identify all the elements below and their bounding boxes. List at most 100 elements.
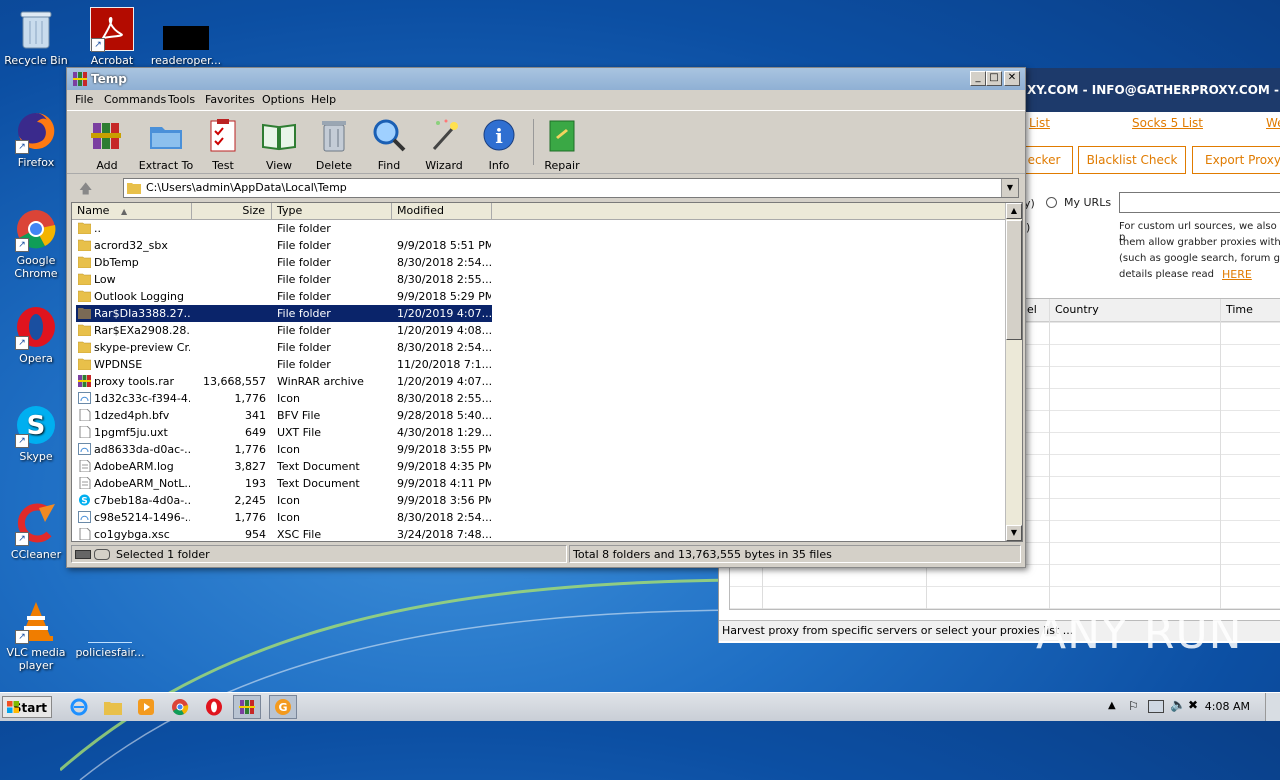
menu-favorites[interactable]: Favorites	[205, 93, 255, 106]
folder-icon	[77, 239, 92, 252]
file-modified: 8/30/2018 2:54...	[397, 511, 491, 524]
desktop-icon-opera[interactable]: ↗ Opera	[0, 304, 76, 365]
menu-tools[interactable]: Tools	[168, 93, 195, 106]
desktop-icon-acrobat[interactable]: ↗ Acrobat	[72, 6, 152, 67]
network-icon[interactable]	[1148, 700, 1164, 713]
desktop-icon-label: readeroper...	[150, 54, 222, 67]
shortcut-arrow-icon: ↗	[15, 140, 29, 154]
info-button[interactable]: i Info	[471, 113, 527, 172]
find-button[interactable]: Find	[361, 113, 417, 172]
file-list[interactable]: Name ▲ Size Type Modified .. File folder a…	[71, 202, 1023, 542]
url-input[interactable]	[1119, 192, 1280, 213]
test-button[interactable]: Test	[195, 113, 251, 172]
volume-icon[interactable]: 🔈	[1170, 698, 1186, 713]
delete-button[interactable]: Delete	[306, 113, 362, 172]
file-row[interactable]: co1gybga.xsc 954 XSC File 3/24/2018 7:48...	[72, 526, 1006, 541]
column-header-time[interactable]: Time	[1226, 303, 1253, 316]
file-row[interactable]: Outlook Logging File folder 9/9/2018 5:29 …	[72, 288, 1006, 305]
maximize-button[interactable]: □	[986, 71, 1002, 86]
column-header-modified[interactable]: Modified	[392, 203, 492, 219]
blacklist-check-button[interactable]: Blacklist Check	[1078, 146, 1186, 174]
vertical-scrollbar[interactable]: ▲ ▼	[1005, 203, 1022, 541]
action-center-flag-icon[interactable]: ⚐	[1128, 699, 1139, 713]
show-desktop-button[interactable]	[1265, 693, 1280, 721]
file-row[interactable]: acrord32_sbx File folder 9/9/2018 5:51 PM	[72, 237, 1006, 254]
anyrun-watermark: ANY RUN	[1036, 608, 1243, 659]
file-row[interactable]: AdobeARM_NotL... 193 Text Document 9/9/2018…	[72, 475, 1006, 492]
start-button[interactable]: Start	[2, 696, 52, 718]
file-modified: 9/9/2018 3:56 PM	[397, 494, 491, 507]
menu-options[interactable]: Options	[262, 93, 304, 106]
file-row[interactable]: c98e5214-1496-... 1,776 Icon 8/30/2018 2:54…	[72, 509, 1006, 526]
extract-to-button[interactable]: Extract To	[138, 113, 194, 172]
file-row[interactable]: AdobeARM.log 3,827 Text Document 9/9/2018 4…	[72, 458, 1006, 475]
power-icon[interactable]: ✖	[1188, 698, 1198, 712]
column-header-type[interactable]: Type	[272, 203, 392, 219]
file-list-header: Name ▲ Size Type Modified	[72, 203, 1022, 220]
column-header-level[interactable]: el	[1027, 303, 1037, 316]
desktop-icon-policiesfair[interactable]: policiesfair...	[70, 598, 150, 659]
close-button[interactable]: ✕	[1004, 71, 1020, 86]
desktop-icon-google-chrome[interactable]: ↗ Google Chrome	[0, 206, 76, 280]
opera-taskbar-icon[interactable]	[203, 697, 225, 717]
add-button[interactable]: Add	[79, 113, 135, 172]
desktop-icon-vlc[interactable]: ↗ VLC media player	[0, 598, 76, 672]
column-header-name[interactable]: Name ▲	[72, 203, 192, 219]
winrar-window[interactable]: Temp _ □ ✕ File Commands Tools Favorites…	[66, 67, 1026, 568]
minimize-button[interactable]: _	[970, 71, 986, 86]
file-row[interactable]: DbTemp File folder 8/30/2018 2:54...	[72, 254, 1006, 271]
scroll-up-arrow[interactable]: ▲	[1006, 203, 1022, 219]
file-explorer-icon[interactable]	[102, 697, 124, 717]
chevron-down-icon[interactable]: ▼	[1001, 179, 1018, 197]
file-row[interactable]: .. File folder	[72, 220, 1006, 237]
socks5-list-link[interactable]: Socks 5 List	[1132, 116, 1203, 130]
up-one-level-icon[interactable]: 🡅	[79, 180, 92, 202]
show-hidden-icons-icon[interactable]: ▲	[1108, 700, 1116, 711]
repair-button[interactable]: Repair	[534, 113, 590, 172]
file-row[interactable]: ad8633da-d0ac-... 1,776 Icon 9/9/2018 3:55 …	[72, 441, 1006, 458]
file-row[interactable]: proxy tools.rar 13,668,557 WinRAR archive 1…	[72, 373, 1006, 390]
file-row[interactable]: skype-preview Cr... File folder 8/30/2018 …	[72, 339, 1006, 356]
file-row[interactable]: Low File folder 8/30/2018 2:55...	[72, 271, 1006, 288]
export-proxy-button[interactable]: Export Proxy	[1192, 146, 1280, 174]
menu-file[interactable]: File	[75, 93, 93, 106]
clock[interactable]: 4:08 AM	[1205, 700, 1250, 713]
file-row[interactable]: 1d32c33c-f394-4... 1,776 Icon 8/30/2018 2:5…	[72, 390, 1006, 407]
internet-explorer-icon[interactable]	[68, 697, 90, 717]
column-header-country[interactable]: Country	[1055, 303, 1099, 316]
my-urls-radio[interactable]	[1046, 197, 1057, 208]
desktop-icon-readeroper[interactable]: readeroper...	[146, 6, 226, 67]
file-row[interactable]: 1pgmf5ju.uxt 649 UXT File 4/30/2018 1:29...	[72, 424, 1006, 441]
desktop-icon-skype[interactable]: S ↗ Skype	[0, 402, 76, 463]
media-player-icon[interactable]	[135, 697, 157, 717]
file-type: BFV File	[277, 409, 321, 422]
scroll-down-arrow[interactable]: ▼	[1006, 525, 1022, 541]
web-link[interactable]: We	[1266, 116, 1280, 130]
column-header-size[interactable]: Size	[192, 203, 272, 219]
menu-help[interactable]: Help	[311, 93, 336, 106]
file-row[interactable]: 1dzed4ph.bfv 341 BFV File 9/28/2018 5:40...	[72, 407, 1006, 424]
winrar-taskbar-button[interactable]	[233, 695, 261, 719]
desktop-icon-recycle-bin[interactable]: Recycle Bin	[0, 6, 76, 67]
desktop-icon-firefox[interactable]: ↗ Firefox	[0, 108, 76, 169]
file-type: Text Document	[277, 477, 360, 490]
view-button[interactable]: View	[251, 113, 307, 172]
file-row[interactable]: Rar$EXa2908.28... File folder 1/20/2019 4:…	[72, 322, 1006, 339]
file-row[interactable]: Sc7beb18a-4d0a-... 2,245 Icon 9/9/2018 3:56…	[72, 492, 1006, 509]
menu-commands[interactable]: Commands	[104, 93, 166, 106]
proxy-list-link[interactable]: List	[1029, 116, 1050, 130]
wizard-button[interactable]: Wizard	[416, 113, 472, 172]
file-row[interactable]: WPDNSE File folder 11/20/2018 7:1...	[72, 356, 1006, 373]
gatherproxy-taskbar-button[interactable]: G	[269, 695, 297, 719]
desktop-icon-label: Recycle Bin	[4, 54, 68, 67]
desktop-icon-ccleaner[interactable]: ↗ CCleaner	[0, 500, 76, 561]
scroll-thumb[interactable]	[1006, 220, 1022, 340]
file-modified: 9/9/2018 4:11 PM	[397, 477, 491, 490]
text-file-icon	[78, 459, 91, 473]
chrome-taskbar-icon[interactable]	[169, 697, 191, 717]
here-link[interactable]: HERE	[1222, 268, 1252, 281]
file-row[interactable]: Rar$DIa3388.27... File folder 1/20/2019 4:…	[72, 305, 1006, 322]
title-bar[interactable]: Temp _ □ ✕	[67, 68, 1025, 90]
skype-icon: S ↗	[13, 402, 59, 448]
path-combobox[interactable]: C:\Users\admin\AppData\Local\Temp ▼	[123, 178, 1019, 198]
